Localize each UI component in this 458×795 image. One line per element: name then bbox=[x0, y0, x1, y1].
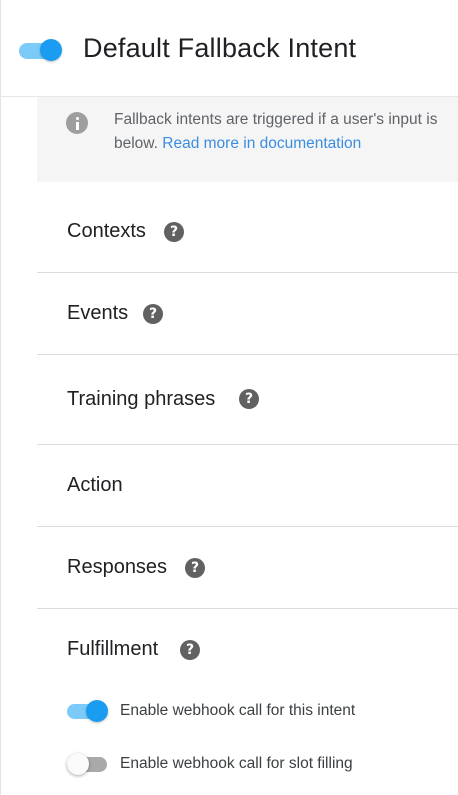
section-events[interactable]: Events ? bbox=[37, 273, 458, 355]
info-icon bbox=[66, 112, 88, 134]
section-label-fulfillment: Fulfillment bbox=[67, 638, 159, 660]
section-fulfillment: Fulfillment ? Enable webhook call for th… bbox=[37, 608, 458, 795]
responses-help-icon[interactable]: ? bbox=[185, 558, 205, 578]
contexts-help-icon[interactable]: ? bbox=[164, 222, 184, 242]
toggle-knob bbox=[86, 700, 108, 722]
intent-header: Default Fallback Intent bbox=[0, 0, 458, 97]
webhook-intent-toggle[interactable] bbox=[67, 699, 109, 723]
fallback-info-box: Fallback intents are triggered if a user… bbox=[37, 97, 458, 182]
events-help-icon[interactable]: ? bbox=[143, 304, 163, 324]
section-contexts[interactable]: Contexts ? bbox=[37, 182, 458, 273]
documentation-link[interactable]: Read more in documentation bbox=[162, 135, 361, 152]
section-responses[interactable]: Responses ? bbox=[37, 527, 458, 609]
info-text: Fallback intents are triggered if a user… bbox=[114, 108, 437, 156]
info-text-line2: below. Read more in documentation bbox=[114, 132, 437, 156]
webhook-slot-filling-toggle[interactable] bbox=[67, 752, 109, 776]
intent-enabled-toggle[interactable] bbox=[19, 38, 63, 64]
fulfillment-help-icon[interactable]: ? bbox=[180, 640, 200, 660]
section-label-events: Events bbox=[67, 302, 129, 324]
toggle-knob bbox=[40, 39, 62, 61]
info-text-prefix: below. bbox=[114, 135, 163, 152]
left-border bbox=[0, 0, 1, 795]
section-label-contexts: Contexts bbox=[67, 220, 146, 242]
webhook-slot-filling-label: Enable webhook call for slot filling bbox=[120, 755, 353, 772]
section-action[interactable]: Action bbox=[37, 445, 458, 527]
training-phrases-help-icon[interactable]: ? bbox=[239, 389, 259, 409]
section-label-action: Action bbox=[67, 474, 123, 496]
intent-title[interactable]: Default Fallback Intent bbox=[83, 33, 356, 64]
section-training-phrases[interactable]: Training phrases ? bbox=[37, 355, 458, 445]
section-label-responses: Responses bbox=[67, 556, 168, 578]
info-text-line1: Fallback intents are triggered if a user… bbox=[114, 111, 438, 128]
webhook-intent-label: Enable webhook call for this intent bbox=[120, 702, 356, 719]
toggle-knob bbox=[67, 753, 89, 775]
section-label-training-phrases: Training phrases bbox=[67, 388, 216, 410]
